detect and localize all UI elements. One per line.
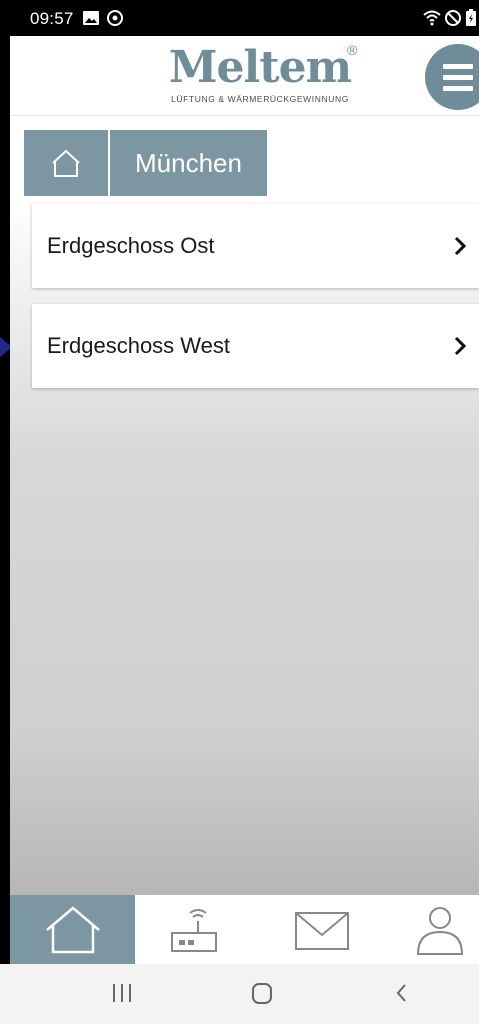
app-screen: Meltem ® LÜFTUNG & WÄRMERÜCKGEWINNUNG Mü… bbox=[10, 36, 479, 964]
list-item-erdgeschoss-west[interactable]: Erdgeschoss West bbox=[32, 304, 479, 388]
brand-logo: Meltem bbox=[168, 42, 352, 93]
logo-registered-mark: ® bbox=[347, 42, 358, 58]
menu-button[interactable] bbox=[425, 44, 479, 110]
home-nav-icon[interactable] bbox=[250, 978, 274, 1013]
system-nav-bar bbox=[0, 964, 479, 1024]
back-icon[interactable] bbox=[390, 978, 414, 1013]
recent-apps-icon[interactable] bbox=[110, 978, 134, 1013]
tab-profile[interactable] bbox=[400, 895, 479, 964]
list-item-label: Erdgeschoss West bbox=[47, 333, 231, 358]
mail-icon bbox=[294, 911, 349, 950]
wifi-icon bbox=[422, 9, 442, 32]
tab-home[interactable] bbox=[10, 895, 135, 964]
chevron-right-icon bbox=[454, 236, 467, 256]
breadcrumb-home-button[interactable] bbox=[24, 130, 108, 196]
dnd-icon bbox=[444, 9, 462, 32]
status-time: 09:57 bbox=[30, 9, 74, 28]
sync-icon bbox=[106, 9, 124, 32]
battery-icon bbox=[465, 9, 477, 32]
status-bar: 09:57 bbox=[0, 0, 479, 36]
chevron-right-icon bbox=[454, 336, 467, 356]
user-icon bbox=[416, 906, 463, 955]
app-header: Meltem ® LÜFTUNG & WÄRMERÜCKGEWINNUNG bbox=[10, 36, 479, 116]
logo-tagline: LÜFTUNG & WÄRMERÜCKGEWINNUNG bbox=[171, 94, 349, 104]
home-icon bbox=[45, 905, 100, 953]
home-icon bbox=[52, 149, 80, 177]
breadcrumb-current[interactable]: München bbox=[110, 130, 267, 196]
list-item-label: Erdgeschoss Ost bbox=[47, 233, 215, 258]
tab-devices[interactable] bbox=[135, 895, 252, 964]
router-icon bbox=[170, 908, 217, 952]
list-item-erdgeschoss-ost[interactable]: Erdgeschoss Ost bbox=[32, 204, 479, 288]
bottom-nav bbox=[10, 895, 479, 964]
image-icon bbox=[82, 9, 100, 32]
tab-messages[interactable] bbox=[263, 895, 380, 964]
